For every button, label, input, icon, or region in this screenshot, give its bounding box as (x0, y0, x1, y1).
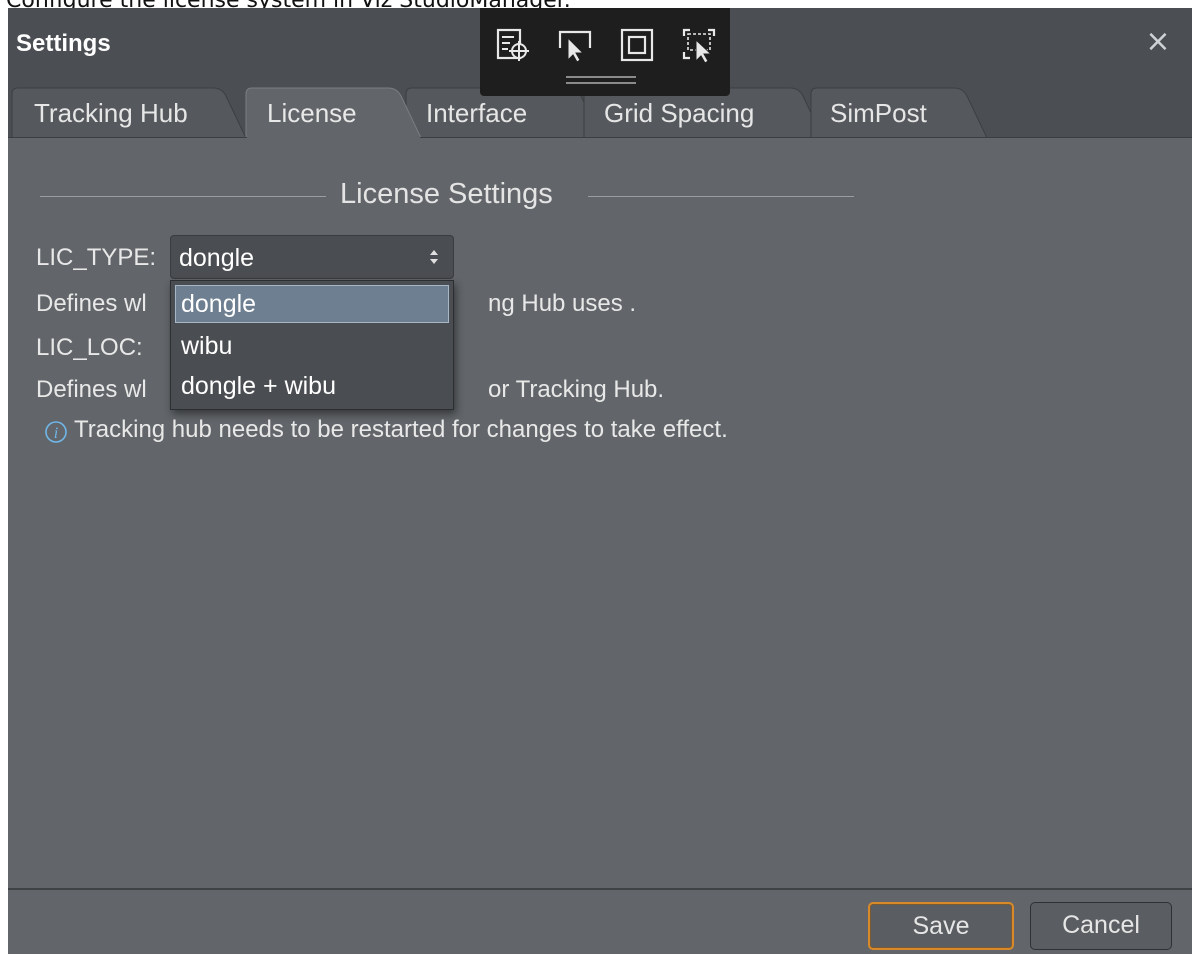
dialog-title: Settings (16, 30, 111, 57)
tab-tracking-hub[interactable]: Tracking Hub (34, 98, 188, 129)
cancel-button[interactable]: Cancel (1030, 902, 1172, 950)
lic-type-description-end: ng Hub uses . (488, 290, 637, 317)
select-pointer-icon[interactable] (556, 26, 594, 64)
capture-toolbar (480, 8, 730, 96)
settings-dialog: Settings × Tracking Hub License Interfac… (8, 8, 1192, 954)
tab-interface[interactable]: Interface (426, 98, 527, 129)
heading-rule-left (40, 196, 326, 197)
heading-rule-right (588, 196, 854, 197)
info-icon: i (45, 421, 67, 443)
close-button[interactable]: × (1142, 26, 1174, 58)
region-select-icon[interactable] (680, 26, 718, 64)
section-title: License Settings (340, 178, 553, 210)
lic-type-description-start: Defines wl (36, 290, 147, 317)
dropdown-option-dongle[interactable]: dongle (175, 285, 449, 323)
footer-divider (8, 888, 1192, 890)
tab-simpost[interactable]: SimPost (830, 98, 927, 129)
select-up-down-arrow-icon (430, 250, 438, 264)
settings-target-icon[interactable] (494, 26, 532, 64)
tab-grid-spacing[interactable]: Grid Spacing (604, 98, 754, 129)
lic-loc-description-end: or Tracking Hub. (488, 376, 665, 403)
lic-type-label: LIC_TYPE: (36, 244, 157, 271)
save-button[interactable]: Save (868, 902, 1014, 950)
lic-loc-description-start: Defines wl (36, 376, 147, 403)
dropdown-option-wibu[interactable]: wibu (175, 327, 449, 365)
window-capture-icon[interactable] (618, 26, 656, 64)
svg-text:i: i (54, 425, 58, 442)
lic-type-dropdown-list: dongle wibu dongle + wibu (170, 280, 454, 410)
lic-loc-label: LIC_LOC: (36, 334, 143, 361)
toolbar-grip[interactable] (566, 76, 636, 86)
tab-license[interactable]: License (267, 98, 357, 129)
license-settings-heading: License Settings (8, 178, 868, 214)
dropdown-option-dongle-wibu[interactable]: dongle + wibu (175, 367, 449, 405)
lic-type-select[interactable]: dongle (170, 235, 454, 279)
restart-notice-text: Tracking hub needs to be restarted for c… (74, 416, 728, 443)
lic-type-selected-value: dongle (179, 244, 255, 272)
